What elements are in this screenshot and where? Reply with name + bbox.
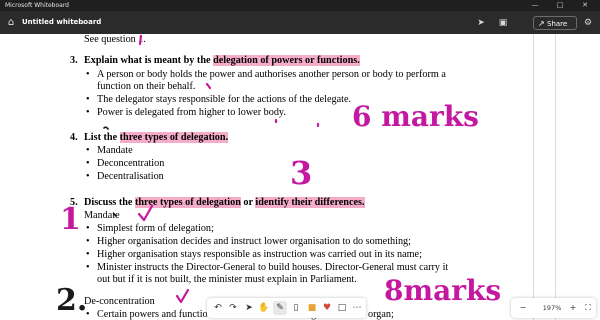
ink-text-1: 1 (60, 202, 81, 237)
doc-line: The delegator stays responsible for the … (97, 94, 352, 105)
whiteboard-canvas[interactable]: See question 1. 3. Explain what is meant… (0, 34, 600, 320)
fit-screen-icon[interactable]: ⛶ (581, 301, 595, 315)
app-header: ⌂ Untitled whiteboard ⌄ ➤ ▣ ↗ Share ⚙ (0, 11, 600, 34)
doc-line: out but if it is not built, the minister… (97, 274, 357, 285)
undo-icon[interactable]: ↶ (211, 301, 225, 315)
bullet-icon: • (86, 262, 90, 273)
bullet-icon: • (86, 69, 90, 80)
cursor-icon[interactable]: ➤ (474, 16, 488, 30)
bullet-icon: • (86, 223, 90, 234)
doc-line: Simplest form of delegation; (97, 223, 214, 234)
share-icon: ↗ (538, 19, 545, 28)
question-number: 3. (70, 55, 78, 66)
question-4: List the three types of delegation. (84, 132, 229, 143)
bullet-icon: • (86, 107, 90, 118)
pan-icon[interactable]: ✋ (257, 301, 271, 315)
section-heading: De-concentration (84, 296, 155, 307)
doc-line: See question 1. (84, 34, 146, 45)
maximize-icon[interactable]: □ (551, 0, 569, 11)
share-label: Share (547, 20, 568, 28)
gift-icon[interactable]: ▣ (496, 16, 510, 30)
doc-title[interactable]: Untitled whiteboard (22, 11, 101, 34)
bullet-icon: • (86, 158, 90, 169)
shapes-icon[interactable]: □ (335, 301, 349, 315)
close-icon[interactable]: ✕ (576, 0, 594, 11)
doc-line: Minister instructs the Director-General … (97, 262, 449, 273)
doc-line: A person or body holds the power and aut… (97, 69, 446, 80)
eraser-icon[interactable]: ▯ (289, 301, 303, 315)
zoom-level: 197% (542, 304, 562, 312)
window-title: Microsoft Whiteboard (5, 2, 69, 9)
bullet-icon: • (86, 236, 90, 247)
ink-text-3: 3 (290, 154, 313, 192)
chevron-down-icon[interactable]: ⌄ (80, 11, 85, 34)
bullet-icon: • (86, 249, 90, 260)
doc-line: Higher organisation decides and instruct… (97, 236, 411, 247)
zoom-out-icon[interactable]: − (516, 301, 530, 315)
ink-text-2: 2. (56, 283, 88, 318)
section-heading: Mandate (84, 210, 120, 221)
zoom-controls: − 197% + ⛶ (511, 298, 596, 318)
question-number: 4. (70, 132, 78, 143)
bullet-icon: • (86, 145, 90, 156)
bullet-icon: • (86, 94, 90, 105)
select-icon[interactable]: ➤ (242, 301, 256, 315)
share-button[interactable]: ↗ Share (533, 16, 577, 30)
settings-icon[interactable]: ⚙ (581, 16, 595, 30)
more-icon[interactable]: ⋯ (350, 301, 364, 315)
reaction-icon[interactable]: ♥ (320, 301, 334, 315)
pen-icon[interactable]: ✎ (273, 301, 287, 315)
sticky-note-icon[interactable]: ■ (305, 301, 319, 315)
window-titlebar: Microsoft Whiteboard — □ ✕ (0, 0, 600, 11)
ink-text-6-marks: 6 marks (352, 100, 479, 133)
doc-line: Higher organisation stays responsible as… (97, 249, 422, 260)
minimize-icon[interactable]: — (526, 0, 544, 11)
doc-line: Deconcentration (97, 158, 165, 169)
inking-toolbar: ↶ ↷ ➤ ✋ ✎ ▯ ■ ♥ □ ⋯ (207, 298, 366, 318)
doc-line: function on their behalf. (97, 81, 196, 92)
ink-text-8-marks: 8marks (384, 274, 502, 307)
doc-line: Power is delegated from higher to lower … (97, 107, 286, 118)
question-5: Discuss the three types of delegation or… (84, 197, 365, 208)
home-icon[interactable]: ⌂ (4, 16, 18, 30)
bullet-icon: • (86, 171, 90, 182)
zoom-in-icon[interactable]: + (566, 301, 580, 315)
redo-icon[interactable]: ↷ (226, 301, 240, 315)
doc-line: Mandate (97, 145, 133, 156)
doc-line: Decentralisation (97, 171, 164, 182)
question-3: Explain what is meant by the delegation … (84, 55, 360, 66)
